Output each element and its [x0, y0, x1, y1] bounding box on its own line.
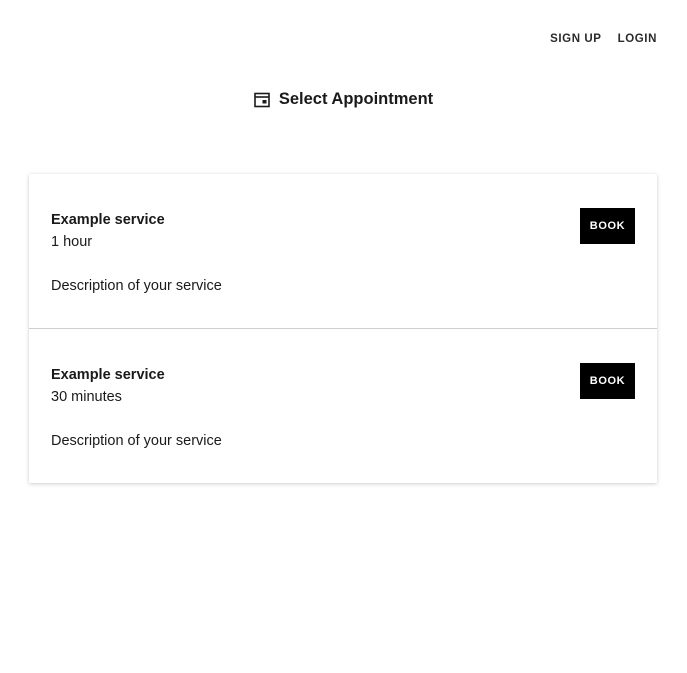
service-name: Example service — [51, 212, 165, 228]
book-button[interactable]: BOOK — [580, 363, 635, 399]
service-name: Example service — [51, 367, 165, 383]
service-duration: 30 minutes — [51, 389, 122, 405]
service-description: Description of your service — [51, 433, 222, 449]
book-button[interactable]: BOOK — [580, 208, 635, 244]
calendar-icon — [254, 92, 270, 108]
top-nav: SIGN UP LOGIN — [550, 33, 657, 45]
service-card: Example service 30 minutes Description o… — [29, 328, 657, 483]
page-header: Select Appointment — [0, 90, 687, 109]
login-link[interactable]: LOGIN — [618, 33, 657, 45]
page-title: Select Appointment — [278, 90, 434, 108]
signup-link[interactable]: SIGN UP — [550, 33, 602, 45]
service-duration: 1 hour — [51, 234, 93, 250]
service-card: Example service 1 hour Description of yo… — [29, 174, 657, 328]
service-description: Description of your service — [51, 278, 222, 294]
service-list: Example service 1 hour Description of yo… — [29, 174, 657, 483]
